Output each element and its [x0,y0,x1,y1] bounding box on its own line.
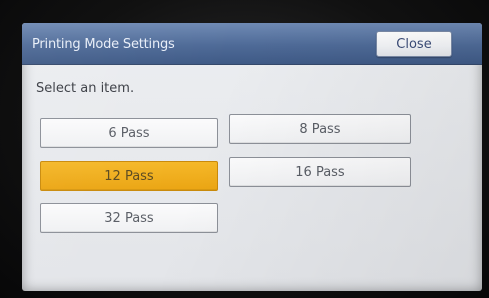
device-bezel: Printing Mode Settings Close Select an i… [0,0,489,298]
option-6-pass[interactable]: 6 Pass [40,118,218,148]
option-32-pass[interactable]: 32 Pass [40,203,218,233]
dialog-title-bar: Printing Mode Settings Close [22,23,482,65]
close-button[interactable]: Close [376,31,452,57]
touch-screen: Printing Mode Settings Close Select an i… [22,23,482,291]
option-12-pass[interactable]: 12 Pass [40,161,218,191]
dialog-title: Printing Mode Settings [32,37,175,52]
option-16-pass[interactable]: 16 Pass [229,157,411,187]
select-prompt: Select an item. [36,81,135,96]
option-8-pass[interactable]: 8 Pass [229,114,411,144]
